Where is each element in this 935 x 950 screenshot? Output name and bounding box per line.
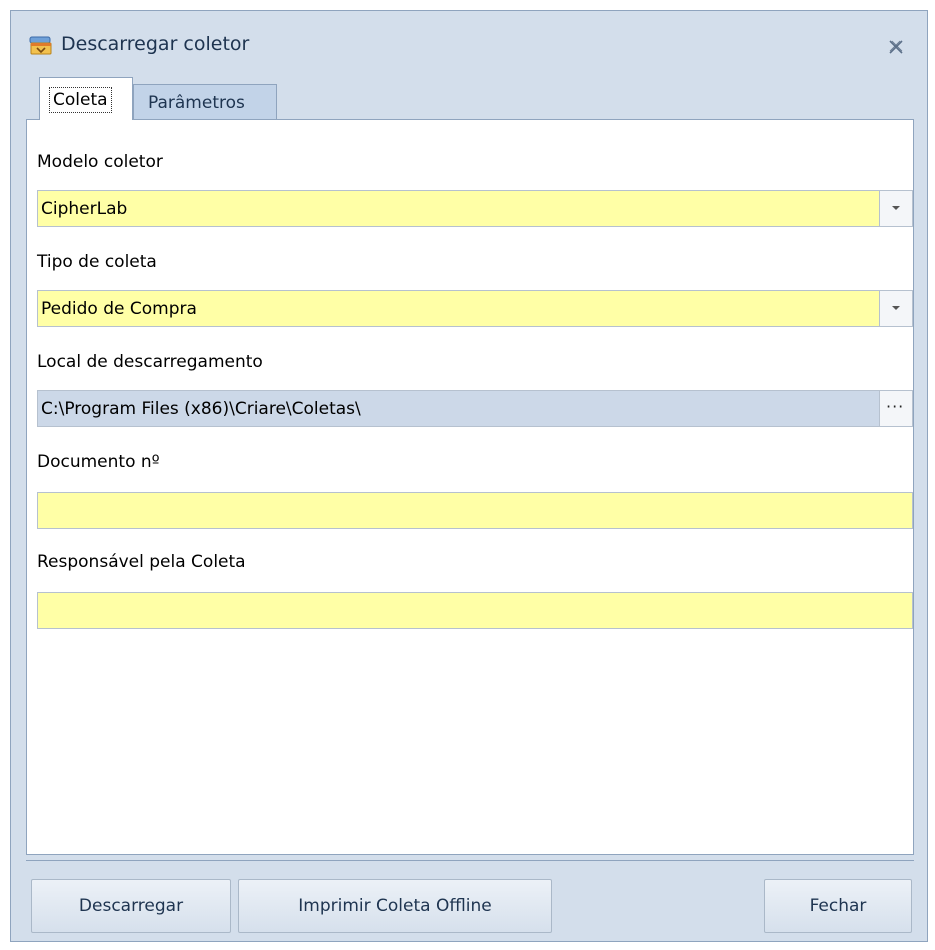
tipo-coleta-dropdown-button[interactable] — [879, 291, 912, 326]
tab-coleta[interactable]: Coleta — [39, 77, 133, 120]
local-descarregamento-field[interactable]: C:\Program Files (x86)\Criare\Coletas\ ·… — [37, 390, 913, 427]
responsavel-label: Responsável pela Coleta — [37, 552, 246, 572]
dialog-window: Descarregar coletor Coleta Parâmetros Mo… — [10, 10, 928, 942]
modelo-coletor-value: CipherLab — [41, 199, 128, 219]
fechar-button[interactable]: Fechar — [764, 879, 912, 933]
tab-parametros[interactable]: Parâmetros — [133, 84, 277, 120]
documento-input[interactable] — [38, 493, 912, 528]
local-descarregamento-value: C:\Program Files (x86)\Criare\Coletas\ — [41, 399, 361, 419]
chevron-down-icon — [892, 206, 900, 210]
modelo-coletor-dropdown-button[interactable] — [879, 191, 912, 226]
tab-coleta-label: Coleta — [49, 87, 112, 113]
tab-parametros-label: Parâmetros — [148, 93, 245, 113]
tipo-coleta-value: Pedido de Compra — [41, 299, 197, 319]
download-collector-icon — [29, 35, 53, 57]
tipo-coleta-select[interactable]: Pedido de Compra — [37, 290, 913, 327]
ellipsis-icon: ··· — [886, 397, 905, 416]
responsavel-input[interactable] — [38, 593, 912, 628]
responsavel-field[interactable] — [37, 592, 913, 629]
browse-folder-button[interactable]: ··· — [879, 391, 912, 426]
modelo-coletor-select[interactable]: CipherLab — [37, 190, 913, 227]
imprimir-coleta-offline-button[interactable]: Imprimir Coleta Offline — [238, 879, 552, 933]
modelo-coletor-label: Modelo coletor — [37, 152, 163, 172]
title-bar: Descarregar coletor — [11, 11, 927, 77]
button-bar: Descarregar Imprimir Coleta Offline Fech… — [26, 860, 914, 939]
documento-label: Documento nº — [37, 452, 160, 472]
chevron-down-icon — [892, 306, 900, 310]
close-icon[interactable] — [887, 38, 905, 56]
local-descarregamento-label: Local de descarregamento — [37, 352, 263, 372]
descarregar-button[interactable]: Descarregar — [31, 879, 231, 933]
tipo-coleta-label: Tipo de coleta — [37, 252, 157, 272]
documento-field[interactable] — [37, 492, 913, 529]
window-title: Descarregar coletor — [61, 33, 250, 55]
coleta-panel: Modelo coletor CipherLab Tipo de coleta … — [26, 119, 914, 855]
